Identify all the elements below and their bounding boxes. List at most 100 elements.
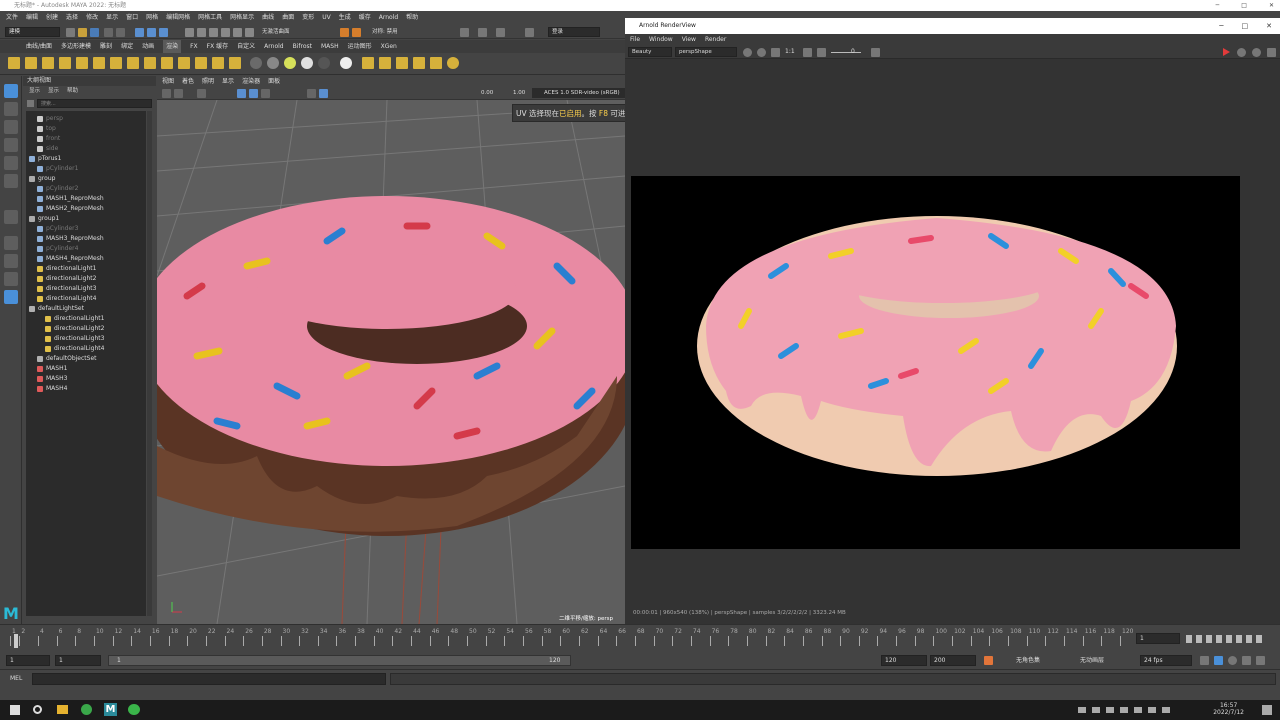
select-object-icon[interactable] (147, 28, 156, 37)
shelf-light-6-icon[interactable] (447, 57, 459, 69)
renderview-menu-item-0[interactable]: File (630, 34, 640, 45)
anim-end-field[interactable]: 200 (930, 655, 976, 666)
viewport-menu-item-1[interactable]: 着色 (182, 76, 194, 87)
shader-sphere-3-icon[interactable] (284, 57, 296, 69)
shelf-tool-12-icon[interactable] (195, 57, 207, 69)
windows-start-icon[interactable] (10, 705, 20, 715)
menu-item-11[interactable]: 曲线 (262, 11, 274, 25)
outliner-search-options-icon[interactable] (27, 100, 34, 107)
auto-key-icon[interactable] (1214, 656, 1223, 665)
camera-dropdown[interactable]: perspShape (675, 47, 737, 57)
tray-1-icon[interactable] (1078, 707, 1086, 713)
gamma-field[interactable]: 1.00 (513, 88, 525, 98)
tray-2-icon[interactable] (1092, 707, 1100, 713)
play-back-icon[interactable] (1216, 635, 1222, 643)
symmetry-label[interactable]: 对称: 禁用 (372, 27, 432, 37)
outliner-item[interactable]: group1 (29, 214, 59, 224)
menu-item-4[interactable]: 修改 (86, 11, 98, 25)
loop-icon[interactable] (1200, 656, 1209, 665)
snap-surface-icon[interactable] (233, 28, 242, 37)
grid-toggle-icon[interactable] (197, 89, 206, 98)
redo-icon[interactable] (116, 28, 125, 37)
play-forward-icon[interactable] (1226, 635, 1232, 643)
close-button[interactable]: ✕ (1269, 0, 1274, 11)
shelf-tool-3-icon[interactable] (42, 57, 54, 69)
rv-settings-icon[interactable] (1267, 48, 1276, 57)
menu-item-2[interactable]: 创建 (46, 11, 58, 25)
shelf-tab-10[interactable]: Bifrost (293, 40, 312, 53)
hypershade-icon[interactable] (478, 28, 487, 37)
shelf-light-1-icon[interactable] (362, 57, 374, 69)
shader-sphere-4-icon[interactable] (301, 57, 313, 69)
taskbar-clock[interactable]: 16:57 2022/7/12 (1213, 702, 1244, 716)
outliner-item[interactable]: pCylinder1 (37, 164, 78, 174)
mel-input[interactable] (32, 673, 386, 685)
notifications-icon[interactable] (1262, 705, 1272, 715)
snap-live-icon[interactable] (245, 28, 254, 37)
outliner-scrollbar[interactable] (147, 111, 152, 616)
snap-curve-icon[interactable] (197, 28, 206, 37)
outliner-item[interactable]: MASH4_ReproMesh (37, 254, 104, 264)
wireframe-icon[interactable] (237, 89, 246, 98)
shelf-tab-2[interactable]: 雕刻 (100, 40, 112, 53)
outliner-item[interactable]: MASH3 (37, 374, 67, 384)
rotate-tool-icon[interactable] (4, 156, 18, 170)
rv-maximize-button[interactable]: □ (1242, 18, 1249, 34)
anim-start-field[interactable]: 1 (6, 655, 50, 666)
menu-item-16[interactable]: 缓存 (359, 11, 371, 25)
renderview-menu-item-3[interactable]: Render (705, 34, 726, 45)
shelf-tab-1[interactable]: 多边形建模 (61, 40, 91, 53)
shelf-tool-11-icon[interactable] (178, 57, 190, 69)
character-set-label[interactable]: 无角色集 (1016, 655, 1040, 666)
outliner-item[interactable]: pCylinder2 (37, 184, 78, 194)
time-slider[interactable]: 1 2 4 6 8 10 12 14 16 18 20 22 24 26 28 30 32 34 36 38 40 42 4… (0, 624, 1280, 650)
anim-layer-label[interactable]: 无动画层 (1080, 655, 1104, 666)
render-settings-icon[interactable] (460, 28, 469, 37)
textured-icon[interactable] (261, 89, 270, 98)
select-camera-icon[interactable] (162, 89, 171, 98)
shader-sphere-5-icon[interactable] (318, 57, 330, 69)
shelf-tab-9[interactable]: Arnold (264, 40, 283, 53)
menu-item-6[interactable]: 窗口 (126, 11, 138, 25)
camera-attributes-icon[interactable] (174, 89, 183, 98)
viewport-menu-item-5[interactable]: 面板 (268, 76, 280, 87)
menu-item-10[interactable]: 网格显示 (230, 11, 254, 25)
shelf-tab-5[interactable]: 渲染 (163, 40, 182, 53)
goto-end-icon[interactable] (1256, 635, 1262, 643)
layout-icon[interactable] (4, 272, 18, 286)
menu-item-13[interactable]: 变形 (302, 11, 314, 25)
shader-sphere-1-icon[interactable] (250, 57, 262, 69)
exposure-value[interactable]: 0 (851, 47, 855, 57)
shelf-tab-3[interactable]: 绑定 (121, 40, 133, 53)
menu-item-5[interactable]: 显示 (106, 11, 118, 25)
outliner-item[interactable]: defaultObjectSet (37, 354, 97, 364)
file-explorer-icon[interactable] (57, 705, 68, 714)
select-component-icon[interactable] (159, 28, 168, 37)
channel-toggle-icon[interactable] (743, 48, 752, 57)
playback-start-field[interactable]: 1 (55, 655, 101, 666)
scale-tool-icon[interactable] (4, 174, 18, 188)
paint-select-icon[interactable] (4, 120, 18, 134)
shelf-tab-12[interactable]: 运动图形 (348, 40, 372, 53)
isolate-select-icon[interactable] (307, 89, 316, 98)
outliner-item[interactable]: front (37, 134, 60, 144)
outliner-item[interactable]: directionalLight4 (45, 344, 104, 354)
outliner-item[interactable]: MASH4 (37, 384, 67, 394)
outliner-item[interactable]: pCylinder3 (37, 224, 78, 234)
save-scene-icon[interactable] (90, 28, 99, 37)
ipr-render-icon[interactable] (352, 28, 361, 37)
shelf-tool-7-icon[interactable] (110, 57, 122, 69)
tray-3-icon[interactable] (1106, 707, 1114, 713)
shelf-light-3-icon[interactable] (396, 57, 408, 69)
select-hierarchy-icon[interactable] (135, 28, 144, 37)
outliner-item[interactable]: group (29, 174, 55, 184)
lasso-tool-icon[interactable] (4, 102, 18, 116)
audio-icon[interactable] (1228, 656, 1237, 665)
outliner-item[interactable]: MASH2_ReproMesh (37, 204, 104, 214)
tray-4-icon[interactable] (1120, 707, 1128, 713)
menu-item-17[interactable]: Arnold (379, 11, 398, 25)
outliner-item[interactable]: defaultLightSet (29, 304, 84, 314)
shelf-tab-4[interactable]: 动画 (142, 40, 154, 53)
outliner-menu-item-2[interactable]: 帮助 (67, 86, 78, 96)
shelf-tool-4-icon[interactable] (59, 57, 71, 69)
